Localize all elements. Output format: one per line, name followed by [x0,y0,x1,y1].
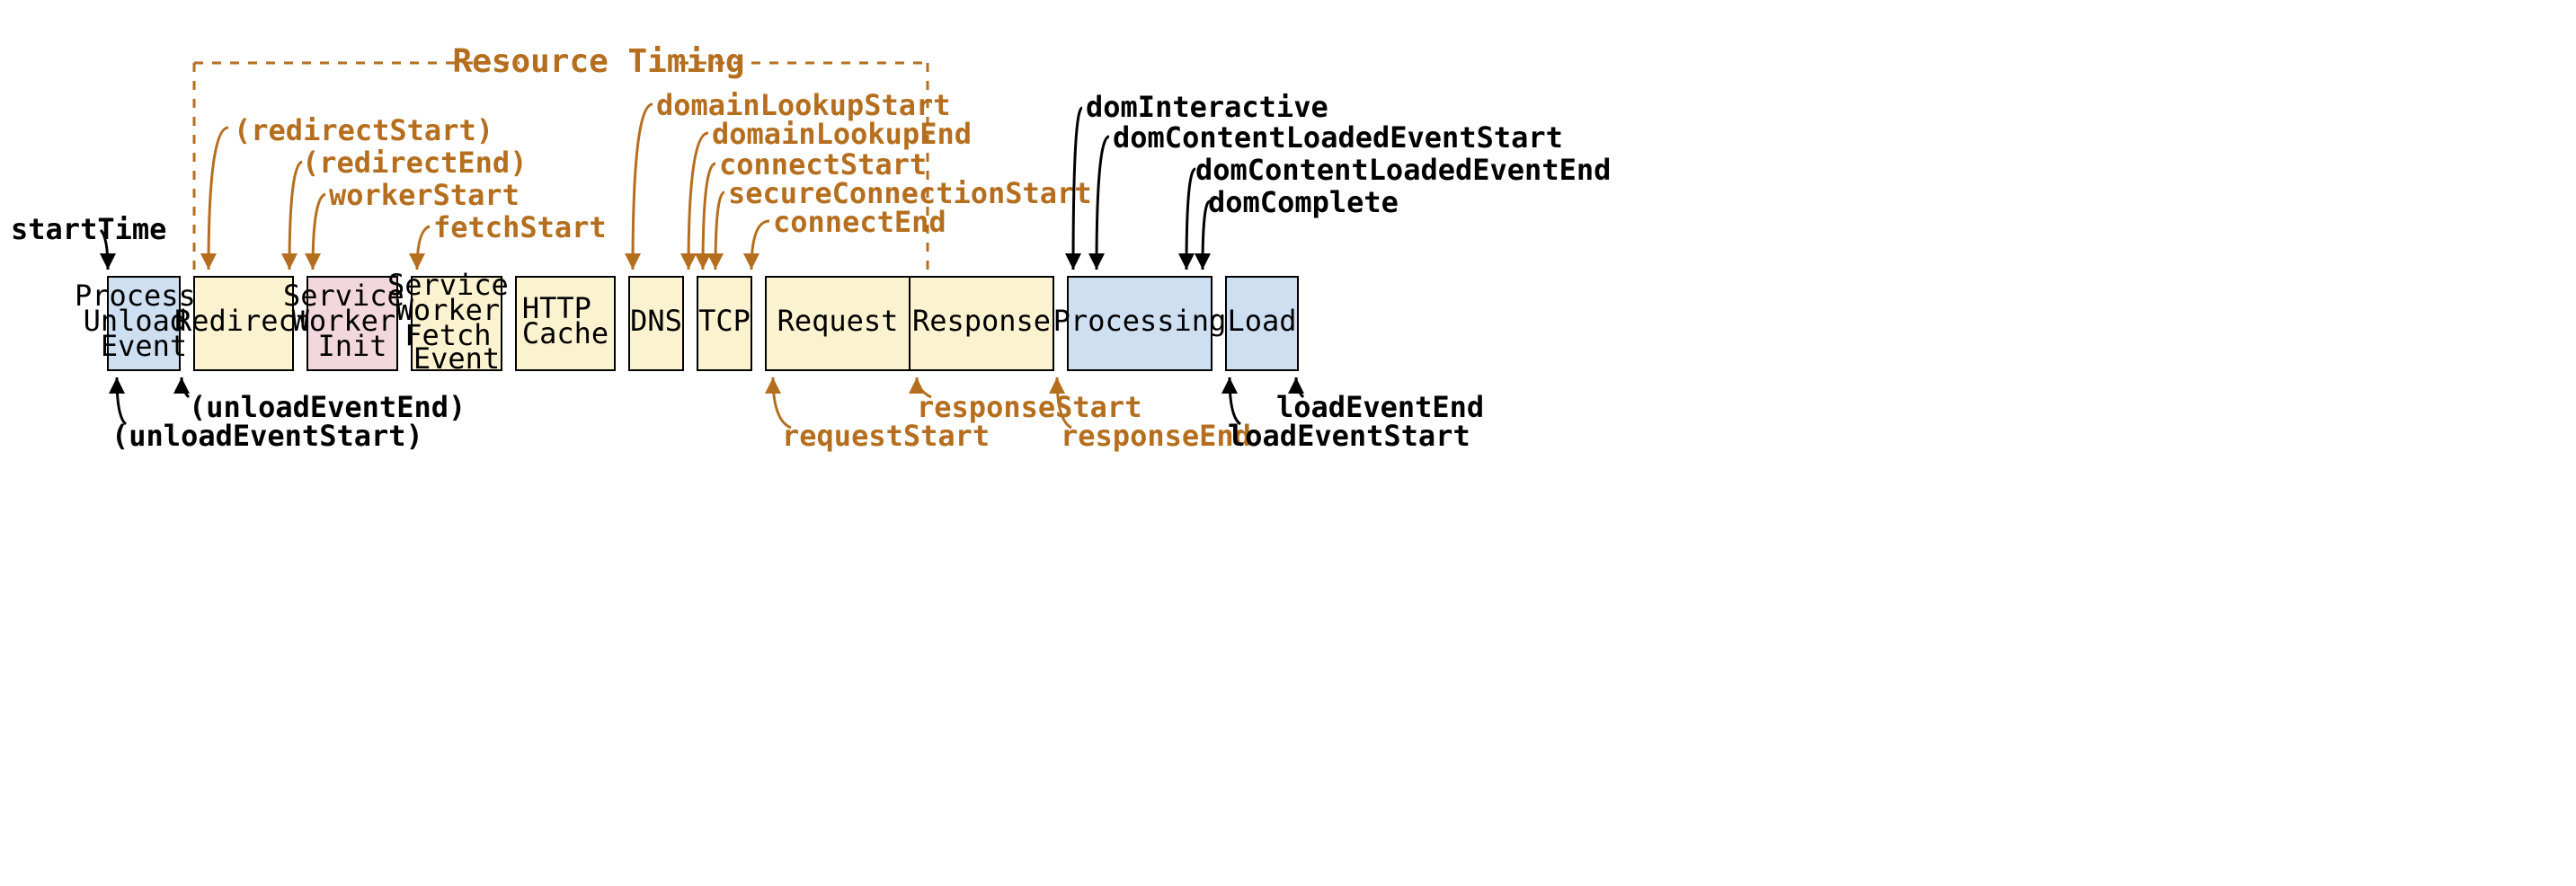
arrow-redirectEnd [289,162,302,270]
arrow-domContentLoadedEventStart [1097,137,1109,270]
arrow-secureConnectionStart [715,192,724,270]
box-response-label: Response [912,304,1051,338]
label-redirectEnd: (redirectEnd) [302,146,527,180]
arrow-fetchStart [417,226,430,270]
arrow-redirectStart [209,128,228,270]
label-startTime: startTime [11,212,166,246]
label-domContentLoadedEventStart: domContentLoadedEventStart [1113,120,1563,155]
label-responseEnd: responseEnd [1061,419,1251,453]
label-domainLookupEnd: domainLookupEnd [712,117,972,151]
box-sw-fetch-label: Service Worker Fetch Event [387,268,526,376]
navigation-timing-diagram: Process Unload Event Redirect Service Wo… [0,0,2576,886]
top-annotations: startTime (redirectStart) (redirectEnd) … [11,88,1611,270]
arrow-domainLookupStart [633,104,653,270]
label-fetchStart: fetchStart [433,210,607,244]
phase-boxes: Process Unload Event Redirect Service Wo… [75,268,1298,376]
box-load-label: Load [1227,304,1296,338]
label-domContentLoadedEventEnd: domContentLoadedEventEnd [1195,153,1611,187]
box-processing-label: Processing [1053,304,1227,338]
arrow-connectStart [703,164,715,270]
label-domComplete: domComplete [1208,185,1399,219]
arrow-workerStart [313,194,325,270]
label-workerStart: workerStart [329,178,520,212]
arrow-unloadEventEnd [182,377,189,397]
bottom-annotations: (unloadEventStart) (unloadEventEnd) requ… [111,377,1484,453]
box-tcp-label: TCP [698,304,751,338]
box-http-cache-label: HTTP Cache [522,291,608,350]
arrow-loadEventStart [1230,377,1240,424]
box-request-label: Request [777,304,899,338]
arrow-connectEnd [751,221,769,270]
arrow-domContentLoadedEventEnd [1186,169,1195,270]
label-domInteractive: domInteractive [1086,90,1328,124]
arrow-unloadEventStart [117,377,126,424]
label-unloadEventEnd: (unloadEventEnd) [189,390,466,424]
box-dns-label: DNS [630,304,682,338]
label-loadEventEnd: loadEventEnd [1276,390,1484,424]
label-connectEnd: connectEnd [773,205,946,239]
label-redirectStart: (redirectStart) [234,113,493,147]
